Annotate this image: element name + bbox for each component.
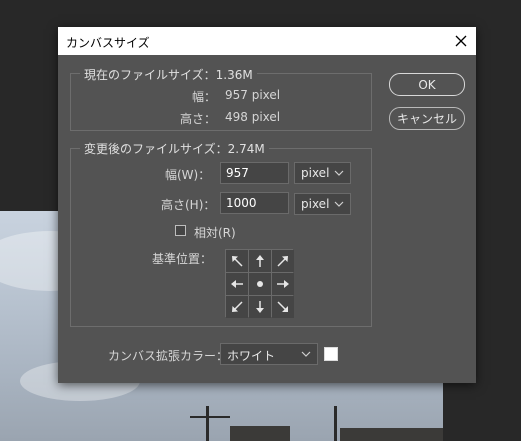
- extension-color-value: ホワイト: [227, 349, 276, 363]
- anchor-center-dot-icon: [257, 281, 263, 287]
- anchor-top-left[interactable]: [226, 250, 248, 272]
- close-icon: [455, 35, 467, 47]
- dialog-titlebar: カンバスサイズ: [58, 27, 476, 55]
- chevron-down-icon: [334, 201, 344, 207]
- current-size-legend: 現在のファイルサイズ：1.36M: [80, 66, 257, 83]
- anchor-right[interactable]: [272, 273, 294, 295]
- width-unit-select[interactable]: pixel: [294, 162, 351, 184]
- chevron-down-icon: [334, 170, 344, 176]
- ok-button[interactable]: OK: [389, 73, 465, 96]
- anchor-top[interactable]: [249, 250, 271, 272]
- height-input[interactable]: 1000: [220, 192, 289, 214]
- arrow-down-icon: [256, 301, 264, 313]
- chevron-down-icon: [301, 351, 311, 357]
- current-height-value: 498 pixel: [225, 110, 281, 124]
- anchor-label: 基準位置：: [152, 252, 213, 266]
- height-unit-value: pixel: [301, 197, 330, 211]
- anchor-center[interactable]: [249, 273, 271, 295]
- cancel-button[interactable]: キャンセル: [389, 107, 465, 130]
- current-width-label: 幅：: [192, 90, 217, 104]
- anchor-left[interactable]: [226, 273, 248, 295]
- arrow-down-left-icon: [232, 301, 243, 312]
- arrow-up-right-icon: [277, 256, 288, 267]
- new-height-label: 高さ(H)：: [161, 198, 216, 212]
- anchor-top-right[interactable]: [272, 250, 294, 272]
- arrow-left-icon: [231, 280, 243, 288]
- dialog-title: カンバスサイズ: [66, 36, 150, 50]
- current-height-label: 高さ：: [180, 112, 217, 126]
- new-size-legend: 変更後のファイルサイズ：2.74M: [80, 140, 269, 157]
- arrow-down-right-icon: [277, 301, 288, 312]
- width-unit-value: pixel: [301, 166, 330, 180]
- new-width-label: 幅(W)：: [165, 168, 211, 182]
- height-unit-select[interactable]: pixel: [294, 193, 351, 215]
- extension-color-swatch[interactable]: [324, 347, 338, 361]
- anchor-grid[interactable]: [225, 249, 294, 318]
- anchor-bottom-left[interactable]: [226, 296, 248, 318]
- close-button[interactable]: [446, 27, 476, 55]
- extension-color-select[interactable]: ホワイト: [220, 343, 318, 365]
- anchor-bottom-right[interactable]: [272, 296, 294, 318]
- arrow-up-left-icon: [232, 256, 243, 267]
- anchor-bottom[interactable]: [249, 296, 271, 318]
- extension-color-label: カンバス拡張カラー：: [108, 349, 229, 363]
- width-input[interactable]: 957: [220, 162, 289, 184]
- arrow-up-icon: [256, 255, 264, 267]
- relative-label[interactable]: 相対(R): [194, 224, 236, 241]
- relative-checkbox[interactable]: [175, 225, 186, 236]
- current-width-value: 957 pixel: [225, 88, 281, 102]
- arrow-right-icon: [277, 280, 289, 288]
- canvas-size-dialog: カンバスサイズ 現在のファイルサイズ：1.36M 幅： 957 pixel 高さ…: [58, 27, 476, 383]
